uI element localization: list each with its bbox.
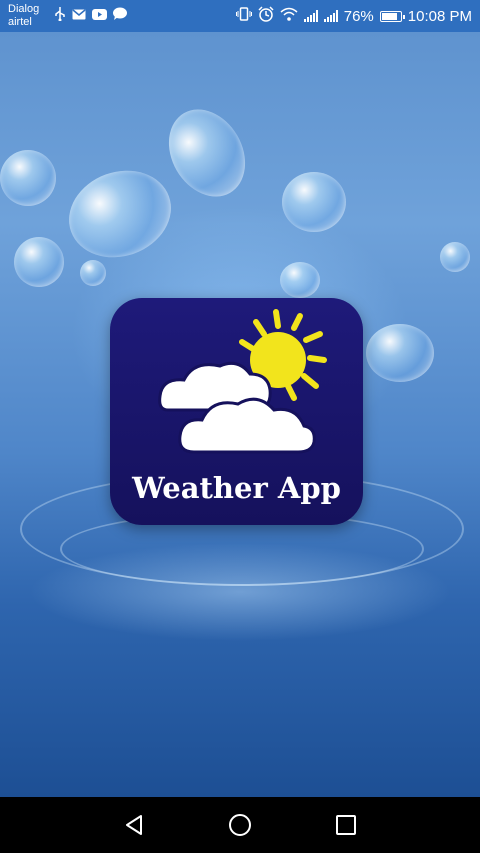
wifi-icon — [280, 7, 298, 25]
home-button[interactable] — [187, 797, 293, 853]
signal-icon — [303, 10, 318, 22]
battery-icon — [379, 10, 405, 22]
recents-button[interactable] — [293, 797, 399, 853]
chat-icon — [113, 7, 127, 25]
recents-icon — [336, 815, 356, 835]
navigation-bar — [0, 797, 480, 853]
app-title: Weather App — [132, 471, 341, 505]
back-button[interactable] — [81, 797, 187, 853]
battery-percent: 76% — [343, 7, 374, 25]
usb-icon — [54, 6, 66, 26]
home-icon — [229, 814, 251, 836]
status-bar: Dialog airtel 76% 10:08 PM — [0, 0, 480, 32]
alarm-icon — [258, 6, 274, 26]
clock: 10:08 PM — [407, 7, 472, 25]
vibrate-icon — [235, 7, 252, 25]
carrier-line-1: Dialog — [8, 3, 40, 15]
signal-icon — [323, 10, 338, 22]
carrier-line-2: airtel — [8, 16, 32, 28]
back-icon — [126, 815, 142, 835]
mail-icon — [72, 7, 86, 25]
app-logo: Weather App — [110, 298, 363, 525]
youtube-icon — [92, 7, 107, 25]
carrier-label: Dialog airtel — [8, 3, 48, 29]
